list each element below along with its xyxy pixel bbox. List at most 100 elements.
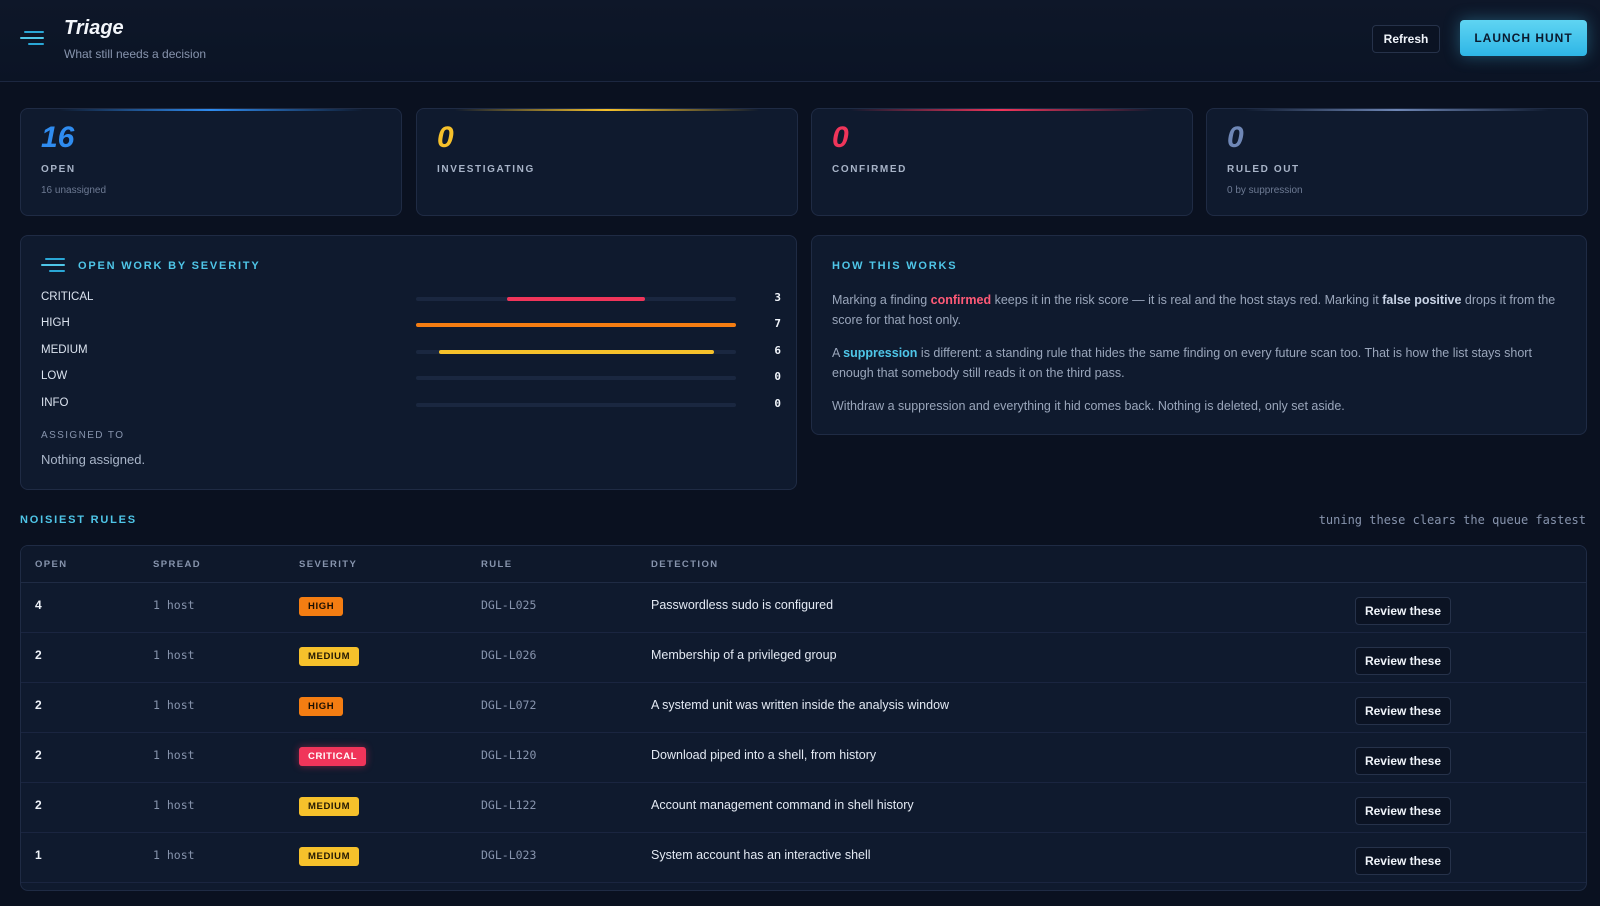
review-these-button[interactable]: Review these <box>1355 747 1451 775</box>
severity-icon <box>41 258 65 272</box>
row-open-count: 1 <box>35 848 42 862</box>
noisiest-rules-hint: tuning these clears the queue fastest <box>1318 513 1586 527</box>
stat-label: OPEN <box>41 164 76 175</box>
assigned-label: ASSIGNED TO <box>41 430 125 441</box>
stat-value: 16 <box>41 121 75 154</box>
review-these-button[interactable]: Review these <box>1355 847 1451 875</box>
severity-name: MEDIUM <box>41 344 88 356</box>
table-row: 4 1 host HIGH DGL-L025 Passwordless sudo… <box>21 583 1586 633</box>
stat-value: 0 <box>832 121 849 154</box>
column-header-spread: SPREAD <box>153 559 201 570</box>
card-accent-line <box>850 109 1154 111</box>
table-row: 2 1 host HIGH DGL-L072 A systemd unit wa… <box>21 683 1586 733</box>
text-span: Marking a finding <box>832 293 931 307</box>
row-open-count: 2 <box>35 698 42 712</box>
severity-name: LOW <box>41 370 68 382</box>
row-rule-id: DGL-L025 <box>481 598 537 612</box>
column-header-rule: RULE <box>481 559 513 570</box>
severity-track <box>416 297 736 301</box>
assigned-value: Nothing assigned. <box>41 452 146 467</box>
severity-track <box>416 323 736 327</box>
table-row: 2 1 host CRITICAL DGL-L120 Download pipe… <box>21 733 1586 783</box>
row-open-count: 4 <box>35 598 42 612</box>
severity-bar <box>438 350 714 354</box>
how-paragraph-1: Marking a finding confirmed keeps it in … <box>832 290 1567 330</box>
launch-hunt-button[interactable]: LAUNCH HUNT <box>1460 20 1587 56</box>
stat-card-open: 16 OPEN 16 unassigned <box>20 108 402 216</box>
column-header-open: OPEN <box>35 559 68 570</box>
severity-row-critical[interactable]: CRITICAL 3 <box>41 290 781 308</box>
table-row: 2 1 host MEDIUM DGL-L026 Membership of a… <box>21 633 1586 683</box>
text-span: A <box>832 346 844 360</box>
row-rule-id: DGL-L122 <box>481 798 537 812</box>
review-these-button[interactable]: Review these <box>1355 797 1451 825</box>
severity-row-info[interactable]: INFO 0 <box>41 396 781 414</box>
refresh-button[interactable]: Refresh <box>1372 25 1440 53</box>
logo-icon <box>20 31 44 45</box>
column-header-severity: SEVERITY <box>299 559 358 570</box>
card-accent-line <box>1245 109 1549 111</box>
table-header: OPEN SPREAD SEVERITY RULE DETECTION <box>21 546 1586 583</box>
severity-track <box>416 350 736 354</box>
severity-count: 7 <box>774 317 781 330</box>
severity-track <box>416 403 736 407</box>
text-span: is different: a standing rule that hides… <box>832 346 1532 380</box>
stat-label: INVESTIGATING <box>437 164 535 175</box>
top-bar: Triage What still needs a decision Refre… <box>0 0 1600 82</box>
severity-panel: OPEN WORK BY SEVERITY CRITICAL 3 HIGH 7 … <box>20 235 797 490</box>
stat-card-confirmed: 0 CONFIRMED <box>811 108 1193 216</box>
stat-sub: 16 unassigned <box>41 185 107 196</box>
highlight-false-positive: false positive <box>1382 293 1462 307</box>
severity-count: 0 <box>774 370 781 383</box>
noisiest-rules-title: NOISIEST RULES <box>20 514 137 526</box>
stat-card-ruled-out: 0 RULED OUT 0 by suppression <box>1206 108 1588 216</box>
stat-card-investigating: 0 INVESTIGATING <box>416 108 798 216</box>
row-detection: Membership of a privileged group <box>651 648 837 662</box>
highlight-confirmed: confirmed <box>930 293 992 307</box>
stat-label: CONFIRMED <box>832 164 907 175</box>
row-spread: 1 host <box>153 798 195 812</box>
how-title: HOW THIS WORKS <box>832 260 958 272</box>
severity-count: 6 <box>774 344 781 357</box>
row-detection: A systemd unit was written inside the an… <box>651 698 950 712</box>
severity-bar <box>416 323 736 327</box>
stat-label: RULED OUT <box>1227 164 1300 175</box>
review-these-button[interactable]: Review these <box>1355 647 1451 675</box>
table-row: 2 1 host MEDIUM DGL-L122 Account managem… <box>21 783 1586 833</box>
row-detection: Account management command in shell hist… <box>651 798 914 812</box>
review-these-button[interactable]: Review these <box>1355 597 1451 625</box>
severity-badge: CRITICAL <box>299 747 367 766</box>
severity-bar <box>507 297 645 301</box>
how-this-works-panel: HOW THIS WORKS Marking a finding confirm… <box>811 235 1587 435</box>
row-detection: Download piped into a shell, from histor… <box>651 748 877 762</box>
severity-row-medium[interactable]: MEDIUM 6 <box>41 343 781 361</box>
severity-badge: MEDIUM <box>299 847 360 866</box>
row-open-count: 2 <box>35 748 42 762</box>
severity-panel-title: OPEN WORK BY SEVERITY <box>78 260 261 272</box>
row-rule-id: DGL-L120 <box>481 748 537 762</box>
row-spread: 1 host <box>153 648 195 662</box>
severity-badge: HIGH <box>299 697 344 716</box>
review-these-button[interactable]: Review these <box>1355 697 1451 725</box>
severity-row-high[interactable]: HIGH 7 <box>41 316 781 334</box>
severity-track <box>416 376 736 380</box>
severity-badge: MEDIUM <box>299 797 360 816</box>
page-subtitle: What still needs a decision <box>64 47 207 61</box>
severity-count: 3 <box>774 291 781 304</box>
page-title: Triage <box>64 17 124 39</box>
row-spread: 1 host <box>153 698 195 712</box>
row-spread: 1 host <box>153 748 195 762</box>
stat-value: 0 <box>437 121 454 154</box>
row-spread: 1 host <box>153 848 195 862</box>
row-rule-id: DGL-L023 <box>481 848 537 862</box>
highlight-suppression: suppression <box>843 346 918 360</box>
how-paragraph-3: Withdraw a suppression and everything it… <box>832 399 1345 413</box>
card-accent-line <box>59 109 363 111</box>
severity-badge: HIGH <box>299 597 344 616</box>
row-detection: Passwordless sudo is configured <box>651 598 834 612</box>
row-open-count: 2 <box>35 648 42 662</box>
row-rule-id: DGL-L026 <box>481 648 537 662</box>
noisiest-rules-table: OPEN SPREAD SEVERITY RULE DETECTION 4 1 … <box>20 545 1587 891</box>
severity-row-low[interactable]: LOW 0 <box>41 369 781 387</box>
row-spread: 1 host <box>153 598 195 612</box>
